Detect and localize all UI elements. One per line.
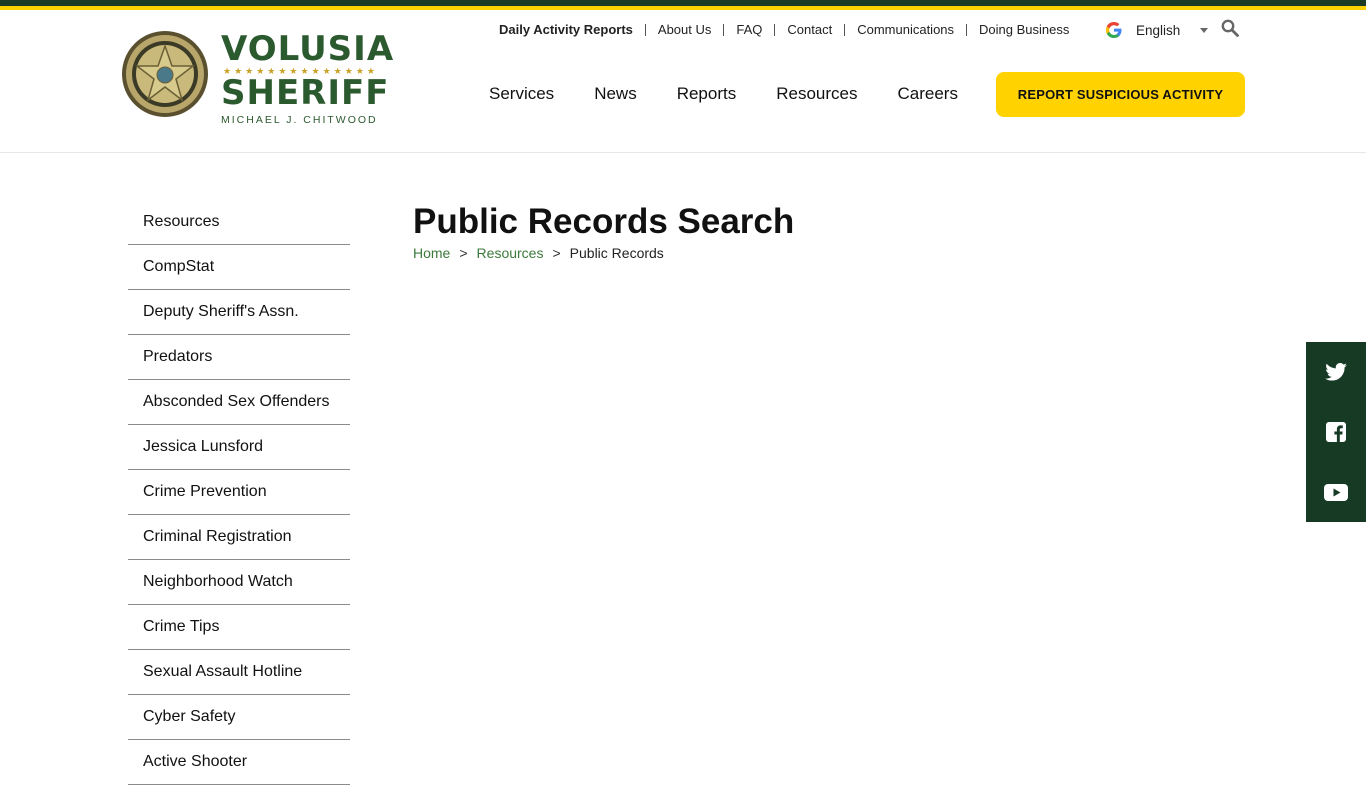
nav-careers[interactable]: Careers	[878, 82, 978, 106]
breadcrumb-current: Public Records	[569, 245, 664, 261]
util-link-communications[interactable]: Communications	[844, 23, 966, 36]
nav-services[interactable]: Services	[469, 82, 574, 106]
youtube-link[interactable]	[1306, 462, 1366, 522]
youtube-icon	[1324, 483, 1348, 501]
facebook-icon	[1326, 422, 1346, 442]
site-header: VOLUSIA ★★★★★★★★★★★★★★ SHERIFF MICHAEL J…	[0, 10, 1366, 153]
nav-reports[interactable]: Reports	[657, 82, 757, 106]
breadcrumb-resources[interactable]: Resources	[477, 245, 544, 261]
chevron-down-icon	[1200, 27, 1209, 33]
sidebar-item-criminal-registration[interactable]: Criminal Registration	[128, 515, 350, 560]
sidebar-nav: Resources CompStat Deputy Sheriff's Assn…	[128, 200, 350, 785]
sidebar-item-sexual-assault-hotline[interactable]: Sexual Assault Hotline	[128, 650, 350, 695]
search-icon[interactable]	[1221, 19, 1239, 37]
language-selector[interactable]: English	[1106, 22, 1209, 38]
util-link-about-us[interactable]: About Us	[644, 23, 723, 36]
logo-wordmark: VOLUSIA ★★★★★★★★★★★★★★ SHERIFF MICHAEL J…	[221, 32, 394, 126]
logo-line-1: VOLUSIA	[221, 29, 395, 69]
sidebar-item-predators[interactable]: Predators	[128, 335, 350, 380]
sidebar-item-cyber-safety[interactable]: Cyber Safety	[128, 695, 350, 740]
sheriff-badge-icon	[122, 31, 208, 117]
social-sidebar	[1306, 342, 1366, 522]
logo-sheriff-name: MICHAEL J. CHITWOOD	[221, 114, 378, 126]
breadcrumb-separator: >	[552, 245, 561, 261]
report-suspicious-activity-button[interactable]: REPORT SUSPICIOUS ACTIVITY	[996, 72, 1245, 117]
sidebar-item-crime-prevention[interactable]: Crime Prevention	[128, 470, 350, 515]
logo-line-2: SHERIFF	[221, 73, 390, 113]
sidebar-item-active-shooter[interactable]: Active Shooter	[128, 740, 350, 785]
facebook-link[interactable]	[1306, 402, 1366, 462]
sidebar-item-compstat[interactable]: CompStat	[128, 245, 350, 290]
main-nav: Services News Reports Resources Careers	[469, 82, 978, 106]
util-link-daily-activity-reports[interactable]: Daily Activity Reports	[487, 23, 645, 36]
util-link-contact[interactable]: Contact	[774, 23, 844, 36]
util-link-doing-business[interactable]: Doing Business	[966, 23, 1081, 36]
util-link-faq[interactable]: FAQ	[723, 23, 774, 36]
sidebar-item-crime-tips[interactable]: Crime Tips	[128, 605, 350, 650]
sidebar-item-jessica-lunsford[interactable]: Jessica Lunsford	[128, 425, 350, 470]
google-icon	[1106, 22, 1122, 38]
twitter-link[interactable]	[1306, 342, 1366, 402]
sidebar-item-neighborhood-watch[interactable]: Neighborhood Watch	[128, 560, 350, 605]
breadcrumb-separator: >	[459, 245, 468, 261]
utility-nav: Daily Activity Reports About Us FAQ Cont…	[487, 20, 1081, 40]
top-stripe	[0, 0, 1366, 10]
sidebar-item-resources[interactable]: Resources	[128, 200, 350, 245]
twitter-icon	[1325, 363, 1347, 381]
nav-news[interactable]: News	[574, 82, 657, 106]
sidebar-item-deputy-sheriffs-assn[interactable]: Deputy Sheriff's Assn.	[128, 290, 350, 335]
breadcrumb-home[interactable]: Home	[413, 245, 450, 261]
page-title: Public Records Search	[413, 202, 795, 241]
sidebar-item-absconded-sex-offenders[interactable]: Absconded Sex Offenders	[128, 380, 350, 425]
breadcrumb: Home > Resources > Public Records	[413, 245, 664, 261]
nav-resources[interactable]: Resources	[756, 82, 877, 106]
language-selected: English	[1136, 22, 1181, 38]
site-logo[interactable]: VOLUSIA ★★★★★★★★★★★★★★ SHERIFF MICHAEL J…	[121, 30, 393, 130]
